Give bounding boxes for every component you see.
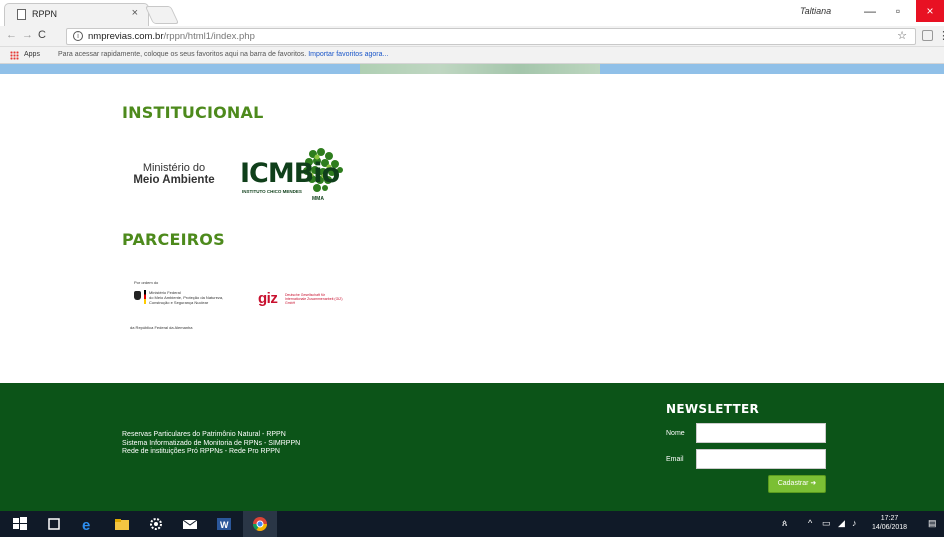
tab-title: RPPN <box>32 9 58 19</box>
close-window-button[interactable]: × <box>916 0 944 22</box>
network-icon[interactable]: ◢ <box>838 518 845 529</box>
bmu-lines: Ministério Federal do Meio Ambiente, Pro… <box>149 290 224 305</box>
new-tab-button[interactable] <box>144 6 180 24</box>
footer-link-rppn[interactable]: Reservas Particulares do Patrimônio Natu… <box>122 431 300 440</box>
windows-taskbar: e W ጰ ^ ▭ ◢ ♪ 17:27 14/06/2018 ▤ <box>0 511 944 537</box>
back-arrow-icon[interactable]: ← <box>6 29 17 41</box>
battery-icon[interactable]: ▭ <box>822 518 831 529</box>
footer: Reservas Particulares do Patrimônio Natu… <box>0 383 944 511</box>
import-bookmarks-link[interactable]: Importar favoritos agora... <box>308 51 388 58</box>
browser-window: RPPN × Taltiana — ▫ × ← → C i nmprevias.… <box>0 0 944 537</box>
newsletter-heading: NEWSLETTER <box>666 402 760 416</box>
clock-date: 14/06/2018 <box>872 524 908 531</box>
name-label: Nome <box>666 430 685 437</box>
info-icon[interactable]: i <box>73 31 83 41</box>
svg-text:W: W <box>220 520 229 530</box>
giz-subtitle: Deutsche Gesellschaft für Internationale… <box>285 293 343 305</box>
settings-gear-icon[interactable] <box>148 516 164 532</box>
bmu-top-text: Por ordem do <box>134 280 159 285</box>
mma-logo-line2: Meio Ambiente <box>133 174 215 186</box>
signin-icon: ➜ <box>810 480 817 487</box>
giz-logo[interactable]: giz Deutsche Gesellschaft für Internatio… <box>258 290 343 308</box>
tab-rppn[interactable]: RPPN × <box>4 3 149 26</box>
volume-icon[interactable]: ♪ <box>852 518 857 528</box>
mail-icon[interactable] <box>182 516 198 532</box>
icmbio-subtitle: INSTITUTO CHICO MENDES <box>242 189 302 194</box>
mma-logo-line1: Ministério do <box>142 162 206 174</box>
apps-label[interactable]: Apps <box>24 51 40 58</box>
tab-strip: RPPN × Taltiana — ▫ × <box>0 0 944 26</box>
file-explorer-icon[interactable] <box>114 516 130 532</box>
icmbio-mma: MMA <box>312 196 324 202</box>
email-field[interactable] <box>696 449 826 469</box>
forward-arrow-icon[interactable]: → <box>22 29 33 41</box>
tab-close-icon[interactable]: × <box>132 7 138 19</box>
system-clock[interactable]: 17:27 14/06/2018 <box>872 514 907 532</box>
bmu-bottom-text: da República Federal da Alemanha <box>130 325 193 330</box>
eagle-icon <box>134 291 141 300</box>
icmbio-text: ICMBio <box>240 158 340 189</box>
apps-icon[interactable] <box>10 51 19 60</box>
browser-toolbar: ← → C i nmprevias.com.br/rppn/html1/inde… <box>0 26 944 47</box>
cadastrar-button[interactable]: Cadastrar ➜ <box>768 475 826 493</box>
extension-icon[interactable] <box>922 30 933 41</box>
windows-start-icon[interactable] <box>12 516 28 532</box>
icmbio-logo[interactable]: ICMBio INSTITUTO CHICO MENDES MMA <box>240 146 345 204</box>
name-field[interactable] <box>696 423 826 443</box>
word-icon[interactable]: W <box>216 516 232 532</box>
svg-text:e: e <box>82 517 90 532</box>
institucional-heading: INSTITUCIONAL <box>122 103 264 122</box>
clock-time: 17:27 <box>880 515 899 522</box>
minimize-button[interactable]: — <box>856 0 884 22</box>
footer-link-rede[interactable]: Rede de instituições Pró RPPNs - Rede Pr… <box>122 448 300 457</box>
task-view-icon[interactable] <box>46 516 62 532</box>
bookmarks-bar: Apps Para acessar rapidamente, coloque o… <box>0 47 944 64</box>
star-icon[interactable]: ☆ <box>897 29 907 42</box>
mma-logo[interactable]: Ministério do Meio Ambiente <box>128 162 220 186</box>
profile-name[interactable]: Taltiana <box>800 6 831 16</box>
page-icon <box>17 9 26 20</box>
reload-icon[interactable]: C <box>38 29 46 41</box>
menu-icon[interactable]: ⋮ <box>938 29 944 42</box>
footer-link-simrppn[interactable]: Sistema Informatizado de Monitoria de RP… <box>122 440 300 449</box>
maximize-button[interactable]: ▫ <box>884 0 912 22</box>
edge-icon[interactable]: e <box>80 516 96 532</box>
parceiros-heading: PARCEIROS <box>122 230 225 249</box>
german-flag-icon <box>144 290 146 304</box>
hero-image-strip <box>0 64 944 74</box>
address-bar[interactable]: i nmprevias.com.br/rppn/html1/index.php … <box>66 28 916 45</box>
giz-logo-text: giz <box>258 290 278 307</box>
bookmarks-hint: Para acessar rapidamente, coloque os seu… <box>58 51 389 58</box>
chrome-icon <box>253 517 267 531</box>
notifications-icon[interactable]: ▤ <box>928 518 937 529</box>
email-label: Email <box>666 456 684 463</box>
url-text[interactable]: nmprevias.com.br/rppn/html1/index.php <box>88 31 255 42</box>
map-image <box>360 64 600 74</box>
footer-links: Reservas Particulares do Patrimônio Natu… <box>122 431 300 457</box>
chrome-taskbar-active[interactable] <box>243 511 277 537</box>
people-icon[interactable]: ጰ <box>782 518 787 529</box>
tray-chevron-icon[interactable]: ^ <box>808 518 812 528</box>
